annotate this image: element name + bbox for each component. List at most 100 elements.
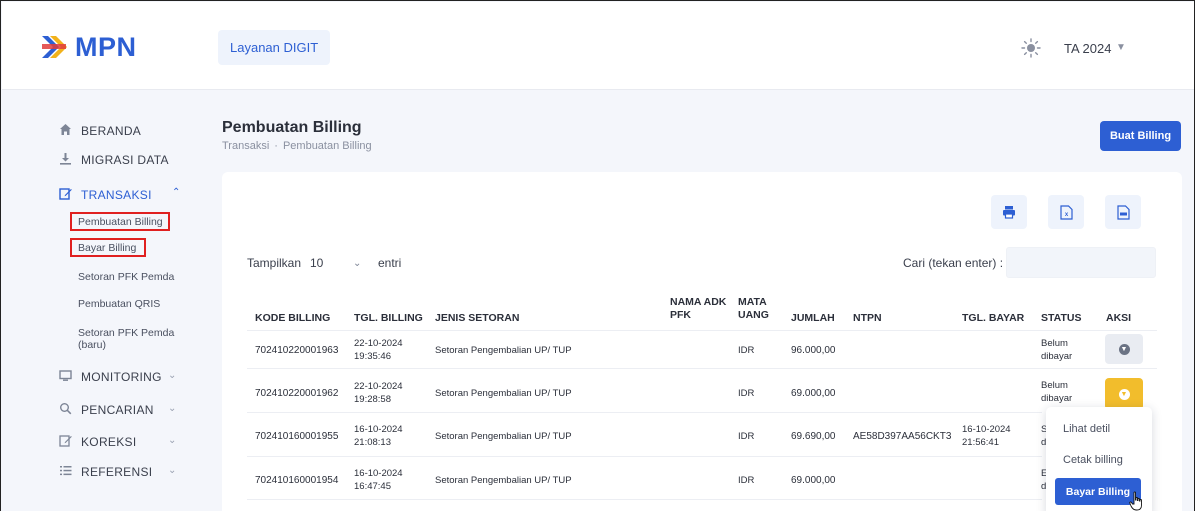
cell-kode: 702410160001954	[255, 475, 339, 486]
column-header-aksi: AKSI	[1106, 312, 1132, 324]
chevron-down-icon[interactable]: ⌄	[168, 370, 176, 381]
sidebar-item-transaksi[interactable]: TRANSAKSI	[81, 188, 152, 202]
cell-tgl-time: 19:28:58	[354, 394, 391, 405]
chevron-down-icon: ⌄	[353, 257, 362, 269]
column-header-jenis-setoran[interactable]: JENIS SETORAN	[435, 312, 519, 325]
menu-item-cetak-billing[interactable]: Cetak billing	[1063, 454, 1123, 466]
cell-tgl-time: 16:47:45	[354, 481, 391, 492]
column-header-pfk: PFK	[670, 309, 691, 321]
search-label: Cari (tekan enter) :	[903, 256, 1004, 270]
cell-mata-uang: IDR	[738, 388, 755, 399]
column-header-status[interactable]: STATUS	[1041, 312, 1081, 325]
cell-tgl-date: 16-10-2024	[354, 424, 403, 435]
chevron-down-icon[interactable]: ▼	[1116, 42, 1126, 53]
cell-jenis: Setoran Pengembalian UP/ TUP	[435, 388, 572, 399]
cell-kode: 702410220001963	[255, 345, 339, 356]
sidebar-item-pencarian[interactable]: PENCARIAN	[81, 403, 154, 417]
app-logo[interactable]: MPN	[39, 30, 137, 64]
breadcrumb-item: Pembuatan Billing	[282, 140, 372, 152]
sidebar-item-monitoring[interactable]: MONITORING	[81, 370, 162, 384]
cell-jumlah: 69.690,00	[791, 431, 836, 442]
page-title: Pembuatan Billing	[222, 119, 362, 136]
chevron-down-icon: ▼	[1118, 343, 1130, 355]
breadcrumb: Transaksi · Pembuatan Billing	[222, 140, 372, 152]
logo-text: MPN	[75, 31, 137, 62]
row-action-button-active[interactable]: ▼	[1105, 378, 1143, 410]
create-billing-button[interactable]: Buat Billing	[1100, 121, 1181, 151]
cell-jumlah: 69.000,00	[791, 475, 836, 486]
cell-tgl-bayar-date: 16-10-2024	[962, 424, 1011, 435]
cell-status: Belum	[1041, 380, 1068, 391]
sun-icon[interactable]	[1021, 38, 1041, 58]
cell-status: Belum	[1041, 338, 1068, 349]
cell-jenis: Setoran Pengembalian UP/ TUP	[435, 345, 572, 356]
entries-label: entri	[378, 256, 402, 270]
edit-icon	[59, 435, 72, 447]
cell-tgl-date: 22-10-2024	[354, 381, 403, 392]
page-size-label: Tampilkan	[247, 256, 302, 270]
sidebar-subitem-setoran-pfk-pemda[interactable]: Setoran PFK Pemda	[78, 271, 174, 283]
print-icon	[1003, 206, 1015, 219]
cell-tgl-time: 19:35:46	[354, 351, 391, 362]
search-input[interactable]	[1006, 247, 1156, 278]
chevron-down-icon: ▼	[1118, 388, 1130, 400]
monitor-icon	[59, 370, 72, 381]
sidebar-item-koreksi[interactable]: KOREKSI	[81, 435, 136, 449]
column-header-jumlah[interactable]: JUMLAH	[791, 312, 835, 325]
menu-item-lihat-detil[interactable]: Lihat detil	[1063, 423, 1110, 435]
row-action-button[interactable]: ▼	[1105, 334, 1143, 364]
sidebar-item-beranda[interactable]: BERANDA	[81, 124, 141, 138]
row-divider	[247, 412, 1042, 413]
pdf-icon	[1116, 204, 1130, 220]
chevron-down-icon[interactable]: ⌄	[168, 403, 176, 414]
column-header-mata[interactable]: MATA	[738, 296, 767, 309]
sidebar-subitem-setoran-pfk-pemda-baru[interactable]: Setoran PFK Pemda	[78, 327, 174, 339]
excel-icon: x	[1059, 204, 1073, 220]
edit-icon	[59, 188, 72, 200]
chevron-down-icon[interactable]: ⌄	[168, 465, 176, 476]
sidebar-item-migrasi-data[interactable]: MIGRASI DATA	[81, 153, 169, 167]
column-header-uang: UANG	[738, 309, 769, 321]
list-icon	[60, 466, 72, 476]
mpn-logo-icon	[42, 36, 67, 58]
cell-tgl-time: 21:08:13	[354, 437, 391, 448]
print-button[interactable]	[991, 195, 1027, 229]
sidebar-subitem-pembuatan-billing[interactable]: Pembuatan Billing	[78, 216, 163, 228]
download-icon	[60, 153, 71, 165]
page-size-select[interactable]: 10 ⌄	[303, 248, 373, 278]
column-header-ntpn[interactable]: NTPN	[853, 312, 882, 325]
cell-jumlah: 69.000,00	[791, 388, 836, 399]
cell-kode: 702410220001962	[255, 388, 339, 399]
breadcrumb-item[interactable]: Transaksi	[222, 140, 269, 152]
page-size-value: 10	[310, 256, 324, 270]
sidebar-subitem-bayar-billing[interactable]: Bayar Billing	[78, 242, 136, 254]
app-name-badge[interactable]: Layanan DIGIT	[218, 30, 331, 65]
cell-mata-uang: IDR	[738, 431, 755, 442]
hand-cursor-icon	[1129, 491, 1142, 511]
export-excel-button[interactable]: x	[1048, 195, 1084, 229]
sidebar-subitem-baru-suffix: (baru)	[78, 339, 107, 351]
cell-mata-uang: IDR	[738, 475, 755, 486]
fiscal-year-select[interactable]: TA 2024	[1064, 41, 1111, 56]
cell-jenis: Setoran Pengembalian UP/ TUP	[435, 431, 572, 442]
svg-text:x: x	[1064, 212, 1068, 218]
cell-mata-uang: IDR	[738, 345, 755, 356]
cell-kode: 702410160001955	[255, 431, 339, 442]
cell-jenis: Setoran Pengembalian UP/ TUP	[435, 475, 572, 486]
sidebar-subitem-pembuatan-qris[interactable]: Pembuatan QRIS	[78, 298, 160, 310]
app-window: MPN Layanan DIGIT TA 2024 ▼ BERANDA MIGR…	[0, 0, 1195, 511]
column-header-nama-adk[interactable]: NAMA ADK	[670, 296, 726, 309]
chevron-up-icon[interactable]: ⌃	[172, 187, 180, 198]
cell-tgl-date: 16-10-2024	[354, 468, 403, 479]
column-header-tgl-billing[interactable]: TGL. BILLING	[354, 312, 423, 325]
home-icon	[60, 124, 71, 135]
top-header: MPN Layanan DIGIT TA 2024 ▼	[2, 2, 1194, 90]
cell-jumlah: 96.000,00	[791, 345, 836, 356]
cell-tgl-date: 22-10-2024	[354, 338, 403, 349]
chevron-down-icon[interactable]: ⌄	[168, 435, 176, 446]
column-header-tgl-bayar[interactable]: TGL. BAYAR	[962, 312, 1024, 325]
export-pdf-button[interactable]	[1105, 195, 1141, 229]
column-header-kode-billing[interactable]: KODE BILLING	[255, 312, 330, 325]
sidebar-item-referensi[interactable]: REFERENSI	[81, 465, 152, 479]
cell-tgl-bayar-time: 21:56:41	[962, 437, 999, 448]
